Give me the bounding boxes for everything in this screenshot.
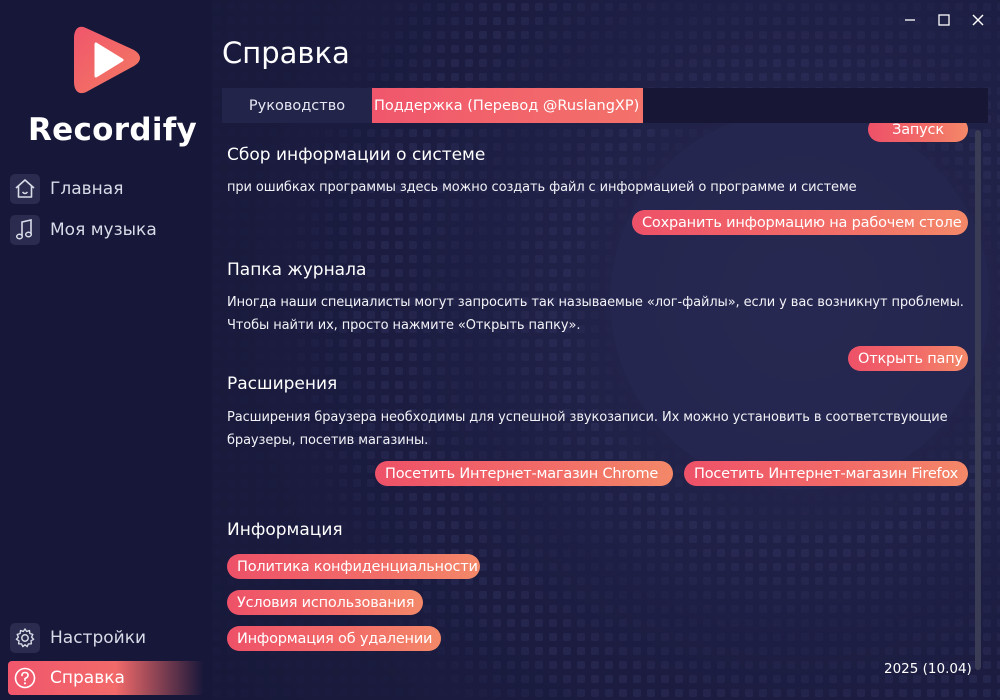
maximize-icon [938, 14, 950, 26]
terms-of-use-button[interactable]: Условия использования [227, 590, 423, 615]
section-title-log-folder: Папка журнала [227, 260, 367, 280]
chrome-store-button[interactable]: Посетить Интернет-магазин Chrome [375, 461, 673, 486]
sidebar-item-label: Справка [50, 668, 125, 688]
help-content: Запуск Сбор информации о системе при оши… [222, 123, 988, 700]
maximize-button[interactable] [932, 8, 956, 32]
sidebar-item-help[interactable]: Справка [8, 661, 204, 695]
section-title-system-info: Сбор информации о системе [227, 145, 486, 165]
sidebar-item-label: Моя музыка [50, 220, 157, 240]
version-label: 2025 (10.04) [884, 661, 972, 677]
brand-name: Recordify [28, 112, 198, 148]
content-scrollbar[interactable] [975, 130, 981, 670]
section-text-system-info: при ошибках программы здесь можно создат… [227, 180, 857, 195]
section-text-log-folder: Иногда наши специалисты могут запросить … [227, 295, 964, 333]
sidebar-item-home[interactable]: Главная [8, 172, 204, 206]
sidebar: Recordify Главная Моя музыка Настройки С… [0, 0, 212, 700]
sidebar-item-label: Главная [50, 179, 124, 199]
tab-guide[interactable]: Руководство [222, 88, 372, 123]
recordify-logo-icon [74, 26, 140, 94]
privacy-policy-button[interactable]: Политика конфиденциальности [227, 554, 480, 579]
sidebar-item-settings[interactable]: Настройки [8, 621, 204, 655]
tab-bar: Руководство Поддержка (Перевод @RuslangX… [222, 88, 988, 123]
section-title-information: Информация [227, 520, 343, 540]
section-title-extensions: Расширения [227, 374, 338, 394]
minimize-button[interactable] [898, 8, 922, 32]
launch-button[interactable]: Запуск [868, 123, 968, 142]
save-system-info-button[interactable]: Сохранить информацию на рабочем столе [632, 210, 968, 235]
firefox-store-button[interactable]: Посетить Интернет-магазин Firefox [684, 461, 968, 486]
app-window: Recordify Главная Моя музыка Настройки С… [0, 0, 1000, 700]
minimize-icon [905, 19, 915, 21]
close-icon [972, 14, 984, 26]
music-note-icon [10, 215, 40, 245]
uninstall-info-button[interactable]: Информация об удалении [227, 626, 441, 651]
open-folder-button[interactable]: Открыть папу [848, 346, 968, 371]
gear-icon [10, 623, 40, 653]
tab-support[interactable]: Поддержка (Перевод @RuslangXP) [372, 88, 643, 123]
sidebar-item-my-music[interactable]: Моя музыка [8, 213, 204, 247]
close-button[interactable] [966, 8, 990, 32]
home-icon [10, 174, 40, 204]
section-text-extensions: Расширения браузера необходимы для успеш… [227, 410, 948, 448]
sidebar-item-label: Настройки [50, 628, 147, 648]
help-icon [10, 663, 40, 693]
page-title: Справка [222, 36, 350, 70]
